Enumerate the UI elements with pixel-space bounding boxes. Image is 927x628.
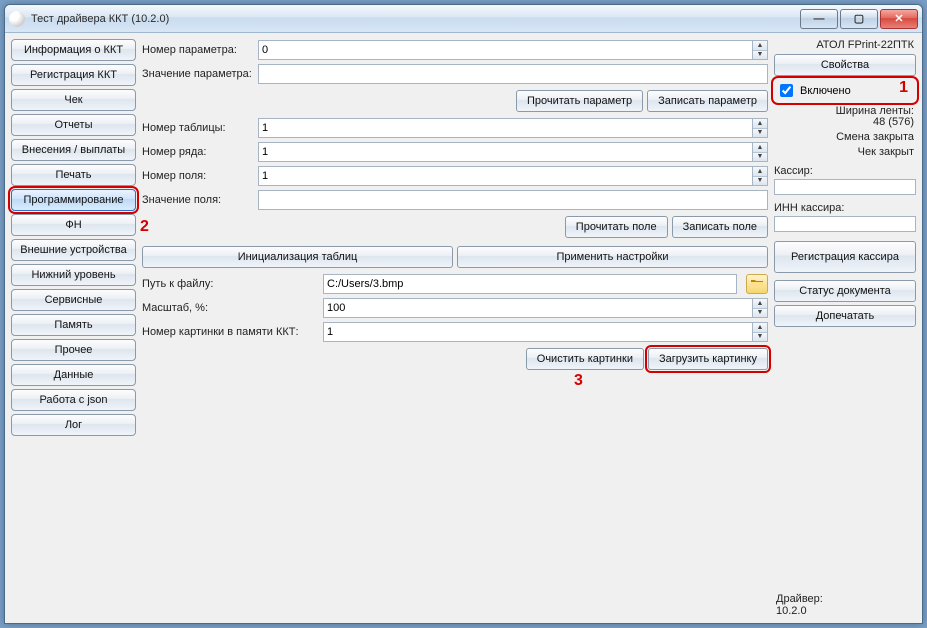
file-path-label: Путь к файлу: bbox=[142, 278, 317, 290]
scale-label: Масштаб, %: bbox=[142, 302, 317, 314]
nav-fn[interactable]: ФН bbox=[11, 214, 136, 236]
param-number-spin[interactable]: ▲▼ bbox=[753, 40, 768, 60]
image-number-field: ▲▼ bbox=[323, 322, 768, 342]
enabled-check-row: Включено bbox=[774, 79, 916, 102]
reprint-button[interactable]: Допечатать bbox=[774, 305, 916, 327]
apply-settings-button[interactable]: Применить настройки bbox=[457, 246, 768, 268]
nav-programming[interactable]: Программирование bbox=[11, 189, 136, 211]
nav-info[interactable]: Информация о ККТ bbox=[11, 39, 136, 61]
tape-width-value: 48 (576) bbox=[774, 116, 916, 128]
nav-service[interactable]: Сервисные bbox=[11, 289, 136, 311]
nav-json[interactable]: Работа с json bbox=[11, 389, 136, 411]
nav-memory[interactable]: Память bbox=[11, 314, 136, 336]
param-number-input[interactable] bbox=[258, 40, 753, 60]
cashier-inn-input[interactable] bbox=[774, 216, 916, 232]
annotation-3: 3 bbox=[574, 372, 583, 390]
minimize-button[interactable]: — bbox=[800, 9, 838, 29]
row-number-label: Номер ряда: bbox=[142, 146, 252, 158]
scale-field: ▲▼ bbox=[323, 298, 768, 318]
window-controls: — ▢ ✕ bbox=[800, 9, 918, 29]
shift-status: Смена закрыта bbox=[774, 131, 916, 143]
row-number-field: ▲▼ bbox=[258, 142, 768, 162]
field-number-field: ▲▼ bbox=[258, 166, 768, 186]
annotation-2: 2 bbox=[140, 218, 149, 236]
row-number-spin[interactable]: ▲▼ bbox=[753, 142, 768, 162]
titlebar: Тест драйвера ККТ (10.2.0) — ▢ ✕ bbox=[5, 5, 922, 33]
read-field-button[interactable]: Прочитать поле bbox=[565, 216, 668, 238]
left-nav: Информация о ККТ Регистрация ККТ Чек Отч… bbox=[11, 39, 136, 617]
param-value-label: Значение параметра: bbox=[142, 68, 252, 80]
cashier-input[interactable] bbox=[774, 179, 916, 195]
maximize-button[interactable]: ▢ bbox=[840, 9, 878, 29]
scale-input[interactable] bbox=[323, 298, 753, 318]
app-window: Тест драйвера ККТ (10.2.0) — ▢ ✕ Информа… bbox=[4, 4, 923, 624]
cashier-inn-label: ИНН кассира: bbox=[774, 202, 916, 214]
right-panel: АТОЛ FPrint-22ПТК Свойства Включено 1 Ши… bbox=[774, 39, 916, 617]
properties-button[interactable]: Свойства bbox=[774, 54, 916, 76]
table-number-input[interactable] bbox=[258, 118, 753, 138]
nav-external-devices[interactable]: Внешние устройства bbox=[11, 239, 136, 261]
enabled-checkbox[interactable] bbox=[780, 84, 793, 97]
cheque-status: Чек закрыт bbox=[774, 146, 916, 158]
nav-print[interactable]: Печать bbox=[11, 164, 136, 186]
driver-version: 10.2.0 bbox=[776, 605, 914, 617]
center-panel: Номер параметра: ▲▼ Значение параметра: … bbox=[142, 39, 768, 617]
register-cashier-button[interactable]: Регистрация кассира bbox=[774, 241, 916, 273]
nav-reports[interactable]: Отчеты bbox=[11, 114, 136, 136]
param-number-label: Номер параметра: bbox=[142, 44, 252, 56]
field-number-input[interactable] bbox=[258, 166, 753, 186]
param-number-field: ▲▼ bbox=[258, 40, 768, 60]
cashier-label: Кассир: bbox=[774, 165, 916, 177]
table-number-field: ▲▼ bbox=[258, 118, 768, 138]
file-path-input[interactable] bbox=[323, 274, 737, 294]
write-param-button[interactable]: Записать параметр bbox=[647, 90, 768, 112]
nav-log[interactable]: Лог bbox=[11, 414, 136, 436]
table-number-label: Номер таблицы: bbox=[142, 122, 252, 134]
nav-data[interactable]: Данные bbox=[11, 364, 136, 386]
image-number-label: Номер картинки в памяти ККТ: bbox=[142, 326, 317, 338]
device-name: АТОЛ FPrint-22ПТК bbox=[774, 39, 916, 51]
nav-cash[interactable]: Внесения / выплаты bbox=[11, 139, 136, 161]
param-value-input[interactable] bbox=[258, 64, 768, 84]
field-number-label: Номер поля: bbox=[142, 170, 252, 182]
field-value-label: Значение поля: bbox=[142, 194, 252, 206]
scale-spin[interactable]: ▲▼ bbox=[753, 298, 768, 318]
write-field-button[interactable]: Записать поле bbox=[672, 216, 768, 238]
field-number-spin[interactable]: ▲▼ bbox=[753, 166, 768, 186]
nav-other[interactable]: Прочее bbox=[11, 339, 136, 361]
nav-cheque[interactable]: Чек bbox=[11, 89, 136, 111]
close-button[interactable]: ✕ bbox=[880, 9, 918, 29]
load-image-button[interactable]: Загрузить картинку bbox=[648, 348, 768, 370]
enabled-label: Включено bbox=[800, 85, 851, 97]
image-number-input[interactable] bbox=[323, 322, 753, 342]
image-number-spin[interactable]: ▲▼ bbox=[753, 322, 768, 342]
annotation-1: 1 bbox=[899, 79, 908, 97]
read-param-button[interactable]: Прочитать параметр bbox=[516, 90, 643, 112]
client-area: Информация о ККТ Регистрация ККТ Чек Отч… bbox=[5, 33, 922, 623]
init-tables-button[interactable]: Инициализация таблиц bbox=[142, 246, 453, 268]
nav-low-level[interactable]: Нижний уровень bbox=[11, 264, 136, 286]
app-icon bbox=[9, 11, 25, 27]
clear-images-button[interactable]: Очистить картинки bbox=[526, 348, 644, 370]
folder-icon bbox=[751, 279, 763, 289]
nav-register-kkt[interactable]: Регистрация ККТ bbox=[11, 64, 136, 86]
browse-button[interactable] bbox=[746, 274, 768, 294]
driver-label: Драйвер: bbox=[776, 593, 914, 605]
field-value-input[interactable] bbox=[258, 190, 768, 210]
window-title: Тест драйвера ККТ (10.2.0) bbox=[31, 13, 800, 25]
table-number-spin[interactable]: ▲▼ bbox=[753, 118, 768, 138]
doc-status-button[interactable]: Статус документа bbox=[774, 280, 916, 302]
row-number-input[interactable] bbox=[258, 142, 753, 162]
